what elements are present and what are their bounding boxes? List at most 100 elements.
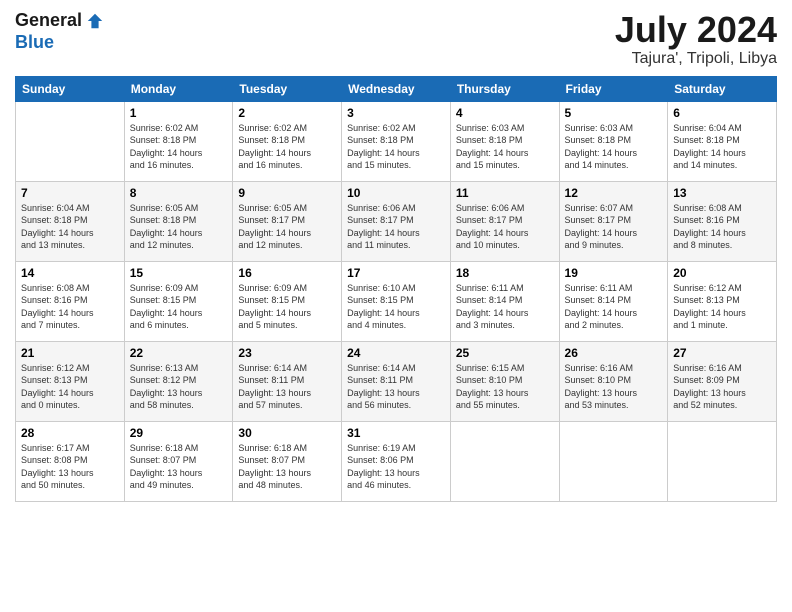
day-info: Sunrise: 6:07 AMSunset: 8:17 PMDaylight:… (565, 202, 663, 252)
calendar-header-row: Sunday Monday Tuesday Wednesday Thursday… (16, 76, 777, 101)
calendar-cell: 9Sunrise: 6:05 AMSunset: 8:17 PMDaylight… (233, 181, 342, 261)
day-number: 11 (456, 186, 554, 200)
day-info: Sunrise: 6:06 AMSunset: 8:17 PMDaylight:… (456, 202, 554, 252)
day-number: 18 (456, 266, 554, 280)
day-info: Sunrise: 6:17 AMSunset: 8:08 PMDaylight:… (21, 442, 119, 492)
calendar-cell (16, 101, 125, 181)
calendar-cell: 17 Sunrise: 6:10 AMSunset: 8:15 PMDayligh… (342, 261, 451, 341)
day-info: Sunrise: 6:05 AMSunset: 8:18 PMDaylight:… (130, 202, 228, 252)
calendar-week-row-5: 28 Sunrise: 6:17 AMSunset: 8:08 PMDayligh… (16, 421, 777, 501)
day-number: 22 (130, 346, 228, 360)
calendar-cell: 1 Sunrise: 6:02 AMSunset: 8:18 PMDaylight… (124, 101, 233, 181)
day-info: Sunrise: 6:02 AMSunset: 8:18 PMDaylight:… (347, 122, 445, 172)
calendar-table: Sunday Monday Tuesday Wednesday Thursday… (15, 76, 777, 502)
day-number: 19 (565, 266, 663, 280)
page-header: General Blue July 2024 Tajura', Tripoli,… (15, 10, 777, 68)
calendar-cell: 8Sunrise: 6:05 AMSunset: 8:18 PMDaylight… (124, 181, 233, 261)
day-number: 16 (238, 266, 336, 280)
day-number: 13 (673, 186, 771, 200)
logo-icon (86, 12, 104, 30)
day-number: 21 (21, 346, 119, 360)
calendar-cell: 24 Sunrise: 6:14 AMSunset: 8:11 PMDayligh… (342, 341, 451, 421)
calendar-cell: 13 Sunrise: 6:08 AMSunset: 8:16 PMDayligh… (668, 181, 777, 261)
calendar-cell: 11 Sunrise: 6:06 AMSunset: 8:17 PMDayligh… (450, 181, 559, 261)
day-number: 15 (130, 266, 228, 280)
day-info: Sunrise: 6:18 AMSunset: 8:07 PMDaylight:… (130, 442, 228, 492)
day-number: 30 (238, 426, 336, 440)
day-info: Sunrise: 6:05 AMSunset: 8:17 PMDaylight:… (238, 202, 336, 252)
calendar-cell: 4Sunrise: 6:03 AMSunset: 8:18 PMDaylight… (450, 101, 559, 181)
calendar-cell: 10Sunrise: 6:06 AMSunset: 8:17 PMDayligh… (342, 181, 451, 261)
day-info: Sunrise: 6:10 AMSunset: 8:15 PMDaylight:… (347, 282, 445, 332)
calendar-cell: 20 Sunrise: 6:12 AMSunset: 8:13 PMDayligh… (668, 261, 777, 341)
calendar-cell: 14 Sunrise: 6:08 AMSunset: 8:16 PMDayligh… (16, 261, 125, 341)
calendar-cell: 29 Sunrise: 6:18 AMSunset: 8:07 PMDayligh… (124, 421, 233, 501)
calendar-cell: 22 Sunrise: 6:13 AMSunset: 8:12 PMDayligh… (124, 341, 233, 421)
calendar-cell: 26Sunrise: 6:16 AMSunset: 8:10 PMDayligh… (559, 341, 668, 421)
calendar-cell: 19 Sunrise: 6:11 AMSunset: 8:14 PMDayligh… (559, 261, 668, 341)
logo: General Blue (15, 10, 104, 53)
day-info: Sunrise: 6:09 AMSunset: 8:15 PMDaylight:… (238, 282, 336, 332)
day-number: 2 (238, 106, 336, 120)
day-info: Sunrise: 6:09 AMSunset: 8:15 PMDaylight:… (130, 282, 228, 332)
day-number: 28 (21, 426, 119, 440)
day-info: Sunrise: 6:02 AMSunset: 8:18 PMDaylight:… (238, 122, 336, 172)
calendar-cell (668, 421, 777, 501)
day-number: 12 (565, 186, 663, 200)
col-thursday: Thursday (450, 76, 559, 101)
calendar-cell: 12 Sunrise: 6:07 AMSunset: 8:17 PMDayligh… (559, 181, 668, 261)
day-number: 29 (130, 426, 228, 440)
location: Tajura', Tripoli, Libya (615, 50, 777, 68)
day-number: 24 (347, 346, 445, 360)
day-info: Sunrise: 6:03 AMSunset: 8:18 PMDaylight:… (456, 122, 554, 172)
day-info: Sunrise: 6:16 AMSunset: 8:10 PMDaylight:… (565, 362, 663, 412)
col-sunday: Sunday (16, 76, 125, 101)
day-info: Sunrise: 6:13 AMSunset: 8:12 PMDaylight:… (130, 362, 228, 412)
calendar-cell: 25Sunrise: 6:15 AMSunset: 8:10 PMDayligh… (450, 341, 559, 421)
day-number: 7 (21, 186, 119, 200)
calendar-cell: 31 Sunrise: 6:19 AMSunset: 8:06 PMDayligh… (342, 421, 451, 501)
col-tuesday: Tuesday (233, 76, 342, 101)
day-info: Sunrise: 6:11 AMSunset: 8:14 PMDaylight:… (456, 282, 554, 332)
calendar-week-row-4: 21 Sunrise: 6:12 AMSunset: 8:13 PMDayligh… (16, 341, 777, 421)
calendar-cell: 18 Sunrise: 6:11 AMSunset: 8:14 PMDayligh… (450, 261, 559, 341)
calendar-cell: 28 Sunrise: 6:17 AMSunset: 8:08 PMDayligh… (16, 421, 125, 501)
day-info: Sunrise: 6:04 AMSunset: 8:18 PMDaylight:… (673, 122, 771, 172)
col-friday: Friday (559, 76, 668, 101)
day-info: Sunrise: 6:04 AMSunset: 8:18 PMDaylight:… (21, 202, 119, 252)
day-info: Sunrise: 6:11 AMSunset: 8:14 PMDaylight:… (565, 282, 663, 332)
day-info: Sunrise: 6:16 AMSunset: 8:09 PMDaylight:… (673, 362, 771, 412)
day-number: 6 (673, 106, 771, 120)
calendar-cell: 16 Sunrise: 6:09 AMSunset: 8:15 PMDayligh… (233, 261, 342, 341)
day-number: 5 (565, 106, 663, 120)
calendar-week-row-3: 14 Sunrise: 6:08 AMSunset: 8:16 PMDayligh… (16, 261, 777, 341)
calendar-cell: 30Sunrise: 6:18 AMSunset: 8:07 PMDayligh… (233, 421, 342, 501)
day-number: 17 (347, 266, 445, 280)
day-number: 31 (347, 426, 445, 440)
calendar-week-row-1: 1 Sunrise: 6:02 AMSunset: 8:18 PMDaylight… (16, 101, 777, 181)
logo-blue: Blue (15, 32, 104, 54)
calendar-cell (559, 421, 668, 501)
day-info: Sunrise: 6:06 AMSunset: 8:17 PMDaylight:… (347, 202, 445, 252)
day-info: Sunrise: 6:12 AMSunset: 8:13 PMDaylight:… (21, 362, 119, 412)
day-info: Sunrise: 6:08 AMSunset: 8:16 PMDaylight:… (21, 282, 119, 332)
month-title: July 2024 (615, 10, 777, 50)
calendar-week-row-2: 7 Sunrise: 6:04 AMSunset: 8:18 PMDaylight… (16, 181, 777, 261)
day-number: 3 (347, 106, 445, 120)
day-number: 1 (130, 106, 228, 120)
calendar-cell: 3 Sunrise: 6:02 AMSunset: 8:18 PMDaylight… (342, 101, 451, 181)
day-info: Sunrise: 6:08 AMSunset: 8:16 PMDaylight:… (673, 202, 771, 252)
day-info: Sunrise: 6:19 AMSunset: 8:06 PMDaylight:… (347, 442, 445, 492)
logo-general: General (15, 10, 82, 32)
title-area: July 2024 Tajura', Tripoli, Libya (615, 10, 777, 68)
calendar-cell: 2 Sunrise: 6:02 AMSunset: 8:18 PMDaylight… (233, 101, 342, 181)
day-number: 20 (673, 266, 771, 280)
col-saturday: Saturday (668, 76, 777, 101)
day-info: Sunrise: 6:12 AMSunset: 8:13 PMDaylight:… (673, 282, 771, 332)
calendar-cell: 27Sunrise: 6:16 AMSunset: 8:09 PMDayligh… (668, 341, 777, 421)
day-info: Sunrise: 6:02 AMSunset: 8:18 PMDaylight:… (130, 122, 228, 172)
day-info: Sunrise: 6:14 AMSunset: 8:11 PMDaylight:… (347, 362, 445, 412)
day-number: 25 (456, 346, 554, 360)
day-number: 14 (21, 266, 119, 280)
calendar-cell: 5Sunrise: 6:03 AMSunset: 8:18 PMDaylight… (559, 101, 668, 181)
